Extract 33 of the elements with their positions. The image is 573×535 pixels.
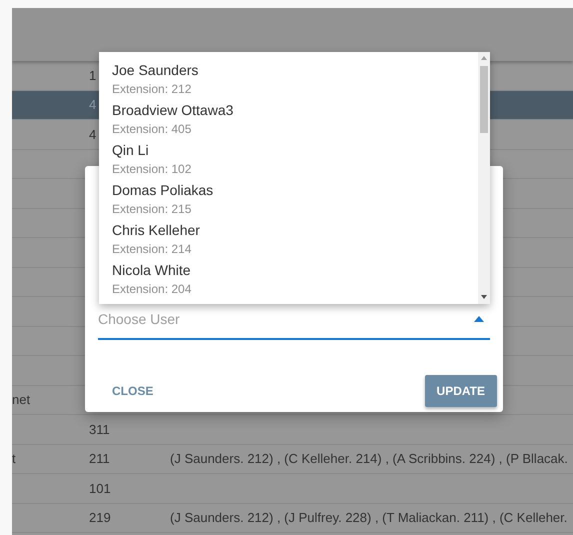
table-cell: (J Saunders. 212) , (J Pulfrey. 228) , (T Maliackan. 211) , (C Kelleher. [170, 510, 568, 526]
option-name[interactable]: Broadview Ottawa3 [112, 101, 234, 120]
table-row[interactable]: 311 [12, 415, 573, 444]
table-cell: 219 [89, 510, 111, 526]
table-cell: 1 [89, 68, 96, 83]
update-button[interactable]: UPDATE [424, 375, 497, 407]
scrollbar[interactable] [478, 52, 490, 304]
table-cell: (J Saunders. 212) , (C Kelleher. 214) , (A Scribbins. 224) , (P Bllacak. [170, 451, 568, 466]
table-cell: 311 [89, 422, 110, 437]
table-cell: t [12, 451, 16, 466]
option-extension: Extension: 405 [112, 121, 192, 138]
table-cell: 101 [89, 480, 111, 496]
table-row[interactable]: 101 [12, 474, 573, 504]
option-extension: Extension: 102 [112, 161, 192, 178]
table-cell: 211 [89, 451, 110, 466]
option-name[interactable]: Domas Poliakas [112, 181, 214, 200]
scroll-thumb[interactable] [480, 66, 488, 133]
option-extension: Extension: 204 [112, 281, 192, 298]
table-cell: net [12, 392, 30, 408]
table-row[interactable]: t 211 (J Saunders. 212) , (C Kelleher. 214) , (A Scribbins. 224) , (P Bllacak. [12, 444, 573, 474]
option-name[interactable]: Qin Li [112, 141, 149, 160]
close-button[interactable]: CLOSE [99, 376, 166, 406]
table-row[interactable]: 219 (J Saunders. 212) , (J Pulfrey. 228) , (T Maliackan. 211) , (C Kelleher. [12, 504, 573, 533]
table-cell: 4 [89, 97, 96, 112]
scroll-up-icon[interactable] [481, 56, 487, 60]
table-cell: 4 [89, 126, 96, 142]
option-extension: Extension: 214 [112, 241, 192, 258]
option-name[interactable]: Nicola White [112, 261, 191, 280]
option-name[interactable]: Chris Kelleher [112, 221, 200, 240]
option-extension: Extension: 212 [112, 81, 192, 98]
option-extension: Extension: 215 [112, 201, 192, 218]
option-name[interactable]: Joe Saunders [112, 61, 198, 80]
scroll-down-icon[interactable] [481, 295, 487, 299]
